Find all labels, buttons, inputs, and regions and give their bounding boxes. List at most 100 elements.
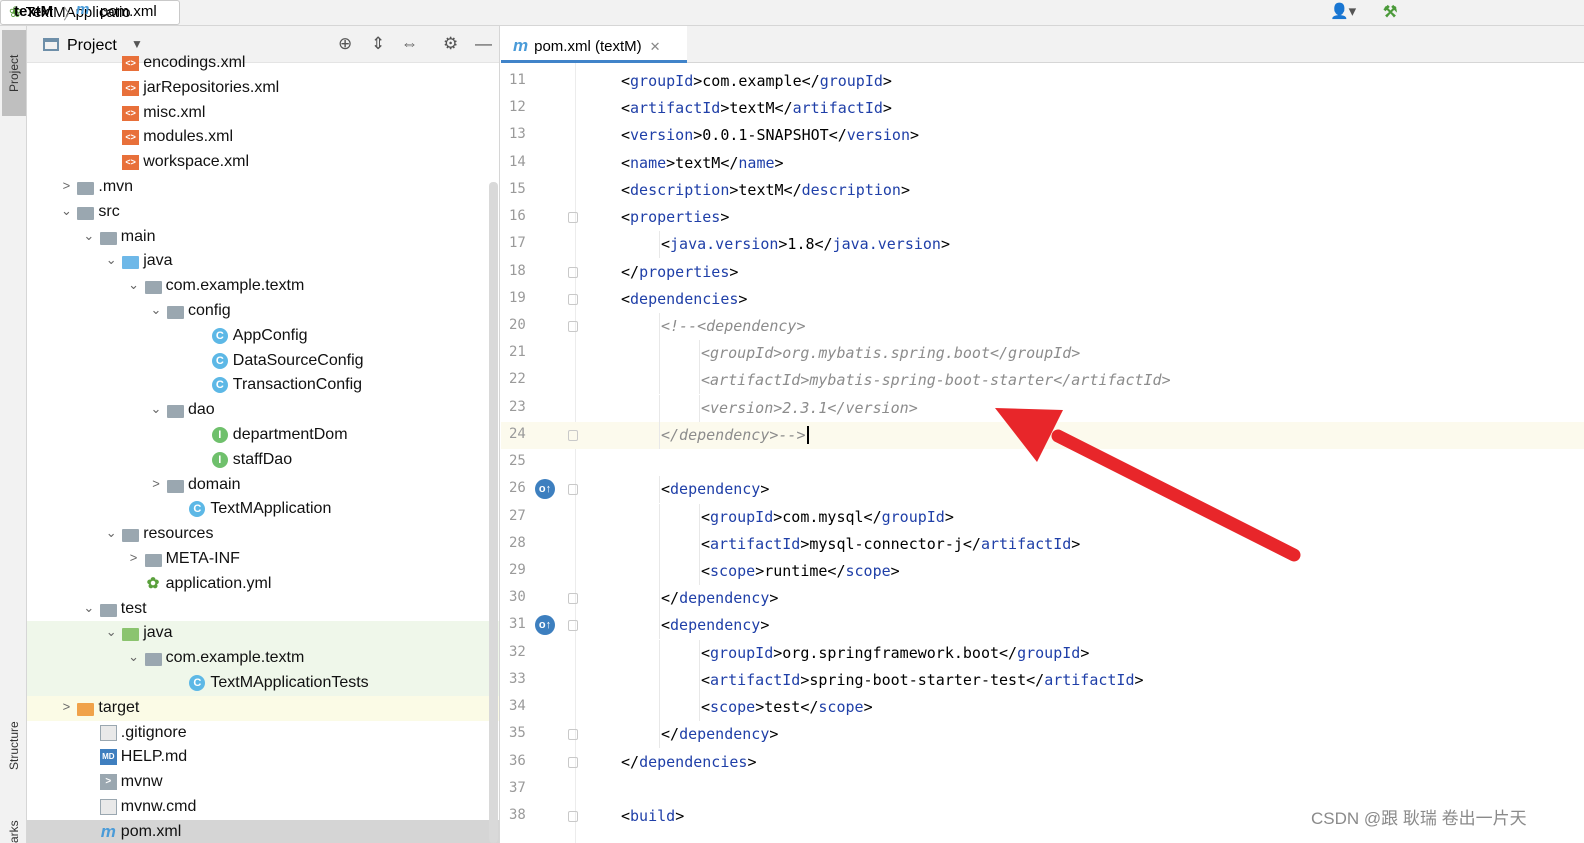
tab-pom-xml[interactable]: m pom.xml (textM) ✕	[501, 26, 687, 63]
tree-item[interactable]: ⌄ src	[27, 200, 499, 225]
tree-item[interactable]: C TextMApplicationTests	[27, 671, 499, 696]
stripe-tab-bookmarks[interactable]: arks	[2, 812, 26, 843]
tree-item[interactable]: <> jarRepositories.xml	[27, 76, 499, 101]
code-line[interactable]: 25	[501, 449, 1584, 476]
tree-item[interactable]: > domain	[27, 473, 499, 498]
tree-item[interactable]: ⌄ dao	[27, 398, 499, 423]
code-line[interactable]: 22 <artifactId>mybatis-spring-boot-starte…	[501, 367, 1584, 395]
chevron-down-icon[interactable]: ⌄	[104, 525, 118, 541]
tree-item[interactable]: ⌄ main	[27, 225, 499, 250]
code-line[interactable]: 29 <scope>runtime</scope>	[501, 557, 1584, 585]
tree-item[interactable]: mvnw.cmd	[27, 795, 499, 820]
tree-item[interactable]: C TransactionConfig	[27, 373, 499, 398]
chevron-right-icon[interactable]: >	[149, 476, 163, 491]
breadcrumb-file[interactable]: pom.xml	[100, 3, 157, 20]
chevron-down-icon[interactable]: ⌄	[104, 624, 118, 640]
chevron-right-icon[interactable]: >	[59, 699, 73, 714]
tree-item[interactable]: ✿ application.yml	[27, 572, 499, 597]
code-area[interactable]: 11 <groupId>com.example</groupId> 12 <artif…	[501, 63, 1584, 843]
hammer-icon[interactable]: ⚒	[1383, 2, 1397, 22]
tree-item[interactable]: ⌄ resources	[27, 522, 499, 547]
fold-marker-icon[interactable]	[568, 266, 578, 278]
tree-item[interactable]: <> workspace.xml	[27, 150, 499, 175]
tree-item[interactable]: C DataSourceConfig	[27, 349, 499, 374]
tree-item[interactable]: > target	[27, 695, 499, 721]
breadcrumb-project[interactable]: textM	[14, 3, 53, 20]
code-line[interactable]: 21 <groupId>org.mybatis.spring.boot</grou…	[501, 340, 1584, 368]
chevron-down-icon[interactable]: ⌄	[82, 600, 96, 616]
code-line[interactable]: 15 <description>textM</description>	[501, 177, 1584, 204]
tree-scrollbar[interactable]	[489, 182, 498, 843]
code-line[interactable]: 34 <scope>test</scope>	[501, 694, 1584, 722]
fold-marker-icon[interactable]	[568, 293, 578, 305]
tree-item[interactable]: ⌄ com.example.textm	[27, 646, 499, 672]
tree-item[interactable]: C AppConfig	[27, 324, 499, 349]
code-line[interactable]: 31 o↑ <dependency>	[501, 612, 1584, 640]
user-icon[interactable]: 👤▾	[1330, 2, 1356, 20]
chevron-down-icon[interactable]: ▼	[131, 37, 143, 51]
tree-item[interactable]: IdepartmentDom	[27, 423, 499, 448]
code-line[interactable]: 23 <version>2.3.1</version>	[501, 394, 1584, 422]
tree-item[interactable]: > META-INF	[27, 547, 499, 572]
tree-item[interactable]: > .mvn	[27, 175, 499, 200]
chevron-down-icon[interactable]: ⌄	[82, 228, 96, 244]
chevron-down-icon[interactable]: ⌄	[59, 203, 73, 219]
code-line[interactable]: 30 </dependency>	[501, 585, 1584, 613]
code-line[interactable]: 35 </dependency>	[501, 721, 1584, 749]
close-icon[interactable]: ✕	[650, 39, 661, 54]
tree-item[interactable]: ⌄ com.example.textm	[27, 274, 499, 299]
code-line[interactable]: 20 <!--<dependency>	[501, 312, 1584, 340]
chevron-down-icon[interactable]: ⌄	[149, 401, 163, 417]
code-line[interactable]: 13 <version>0.0.1-SNAPSHOT</version>	[501, 122, 1584, 149]
tree-item[interactable]: m pom.xml	[27, 819, 499, 843]
tree-item[interactable]: ⌄ test	[27, 597, 499, 622]
xml-text: <	[661, 616, 671, 635]
code-line[interactable]: 18 </properties>	[501, 259, 1584, 286]
fold-marker-icon[interactable]	[568, 484, 578, 496]
dependency-update-icon[interactable]: o↑	[535, 479, 555, 500]
stripe-tab-project[interactable]: Project	[2, 30, 26, 116]
md-icon: MD	[99, 749, 117, 766]
chevron-right-icon[interactable]: >	[127, 550, 141, 565]
chevron-right-icon[interactable]: >	[59, 178, 73, 193]
dependency-update-icon[interactable]: o↑	[535, 615, 555, 636]
stripe-tab-structure[interactable]: Structure	[2, 704, 26, 788]
tree-item[interactable]: MD HELP.md	[27, 745, 499, 770]
fold-marker-icon[interactable]	[568, 756, 578, 768]
chevron-down-icon[interactable]: ⌄	[127, 277, 141, 293]
code-line[interactable]: 19 <dependencies>	[501, 286, 1584, 313]
code-line[interactable]: 17 <java.version>1.8</java.version>	[501, 231, 1584, 259]
code-line[interactable]: 32 <groupId>org.springframework.boot</gro…	[501, 639, 1584, 667]
tree-item[interactable]: ⌄ config	[27, 299, 499, 324]
tree-item[interactable]: C TextMApplication	[27, 497, 499, 522]
chevron-down-icon[interactable]: ⌄	[104, 252, 118, 268]
code-line[interactable]: 33 <artifactId>spring-boot-starter-test</…	[501, 666, 1584, 694]
code-line[interactable]: 27 <groupId>com.mysql</groupId>	[501, 503, 1584, 531]
code-line[interactable]: 28 <artifactId>mysql-connector-j</artifac…	[501, 530, 1584, 558]
fold-marker-icon[interactable]	[568, 729, 578, 741]
tree-item[interactable]: IstaffDao	[27, 448, 499, 473]
tree-item[interactable]: <> encodings.xml	[27, 51, 499, 76]
code-line[interactable]: 36 </dependencies>	[501, 749, 1584, 776]
fold-marker-icon[interactable]	[568, 620, 578, 632]
tree-item[interactable]: <> modules.xml	[27, 125, 499, 150]
fold-marker-icon[interactable]	[568, 810, 578, 822]
chevron-down-icon[interactable]: ⌄	[149, 302, 163, 318]
tree-item[interactable]: .gitignore	[27, 721, 499, 746]
code-line[interactable]: 16 <properties>	[501, 204, 1584, 231]
code-line[interactable]: 12 <artifactId>textM</artifactId>	[501, 95, 1584, 122]
fold-marker-icon[interactable]	[568, 429, 578, 441]
code-line[interactable]: 26 o↑ <dependency>	[501, 476, 1584, 504]
code-line[interactable]: 14 <name>textM</name>	[501, 150, 1584, 177]
tree-item[interactable]: ⌄ java	[27, 249, 499, 274]
fold-marker-icon[interactable]	[568, 320, 578, 332]
fold-marker-icon[interactable]	[568, 593, 578, 605]
code-line[interactable]: 37	[501, 776, 1584, 803]
tree-item[interactable]: <> misc.xml	[27, 101, 499, 126]
tree-item[interactable]: ⌄ java	[27, 621, 499, 647]
code-line[interactable]: 24 </dependency>-->	[501, 421, 1584, 449]
tree-item[interactable]: > mvnw	[27, 770, 499, 795]
chevron-down-icon[interactable]: ⌄	[127, 649, 141, 665]
fold-marker-icon[interactable]	[568, 212, 578, 224]
code-line[interactable]: 11 <groupId>com.example</groupId>	[501, 68, 1584, 95]
